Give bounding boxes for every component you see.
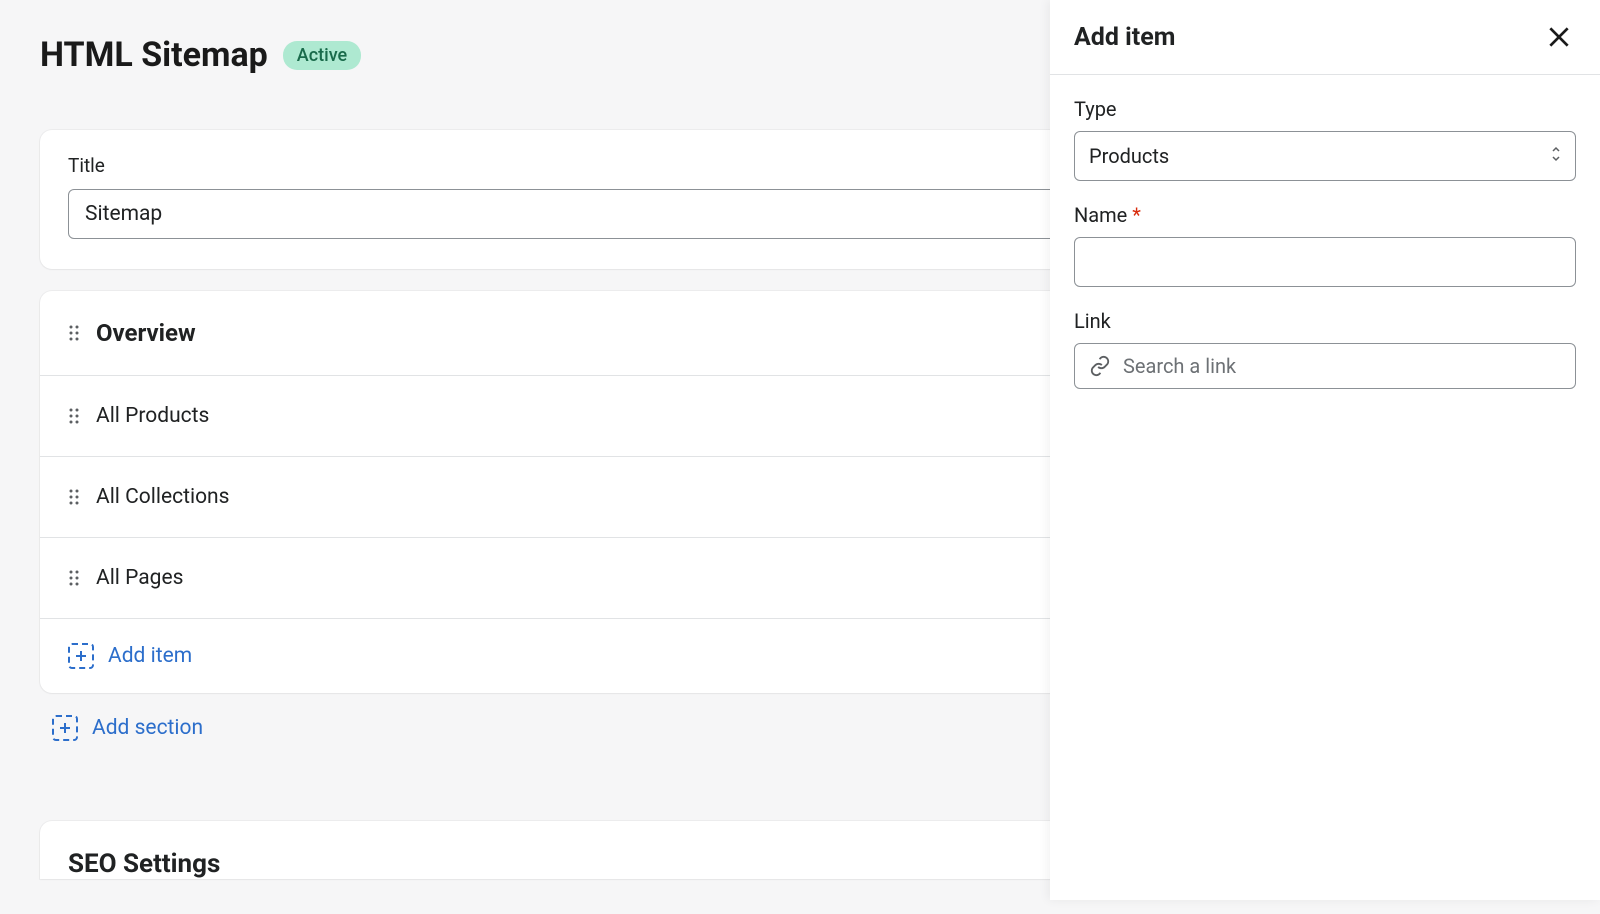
list-item-label: All Products <box>96 404 209 428</box>
required-indicator: * <box>1132 203 1141 227</box>
drag-handle-icon[interactable] <box>68 569 80 587</box>
link-input[interactable] <box>1123 354 1561 378</box>
name-field: Name * <box>1074 203 1576 287</box>
link-field: Link <box>1074 309 1576 389</box>
add-item-panel: Add item Type Products Name * <box>1050 0 1600 900</box>
list-item-label: All Collections <box>96 485 230 509</box>
type-label: Type <box>1074 97 1576 121</box>
drag-handle-icon[interactable] <box>68 488 80 506</box>
link-label: Link <box>1074 309 1576 333</box>
name-label-text: Name <box>1074 203 1127 227</box>
panel-body: Type Products Name * Link <box>1050 75 1600 433</box>
status-badge: Active <box>283 41 361 70</box>
add-section-label: Add section <box>92 716 203 740</box>
link-icon <box>1089 355 1111 377</box>
close-icon <box>1546 24 1572 50</box>
add-item-label: Add item <box>108 644 192 668</box>
drag-handle-icon[interactable] <box>68 324 80 342</box>
type-select-wrap: Products <box>1074 131 1576 181</box>
list-item-label: All Pages <box>96 566 183 590</box>
link-input-wrap[interactable] <box>1074 343 1576 389</box>
name-input[interactable] <box>1074 237 1576 287</box>
add-dashed-icon <box>68 643 94 669</box>
panel-header: Add item <box>1050 0 1600 75</box>
name-label: Name * <box>1074 203 1576 227</box>
page-title: HTML Sitemap <box>40 35 268 75</box>
type-field: Type Products <box>1074 97 1576 181</box>
drag-handle-icon[interactable] <box>68 407 80 425</box>
type-select[interactable]: Products <box>1074 131 1576 181</box>
panel-title: Add item <box>1074 23 1175 52</box>
section-title: Overview <box>96 319 196 347</box>
close-button[interactable] <box>1542 20 1576 54</box>
add-dashed-icon <box>52 715 78 741</box>
